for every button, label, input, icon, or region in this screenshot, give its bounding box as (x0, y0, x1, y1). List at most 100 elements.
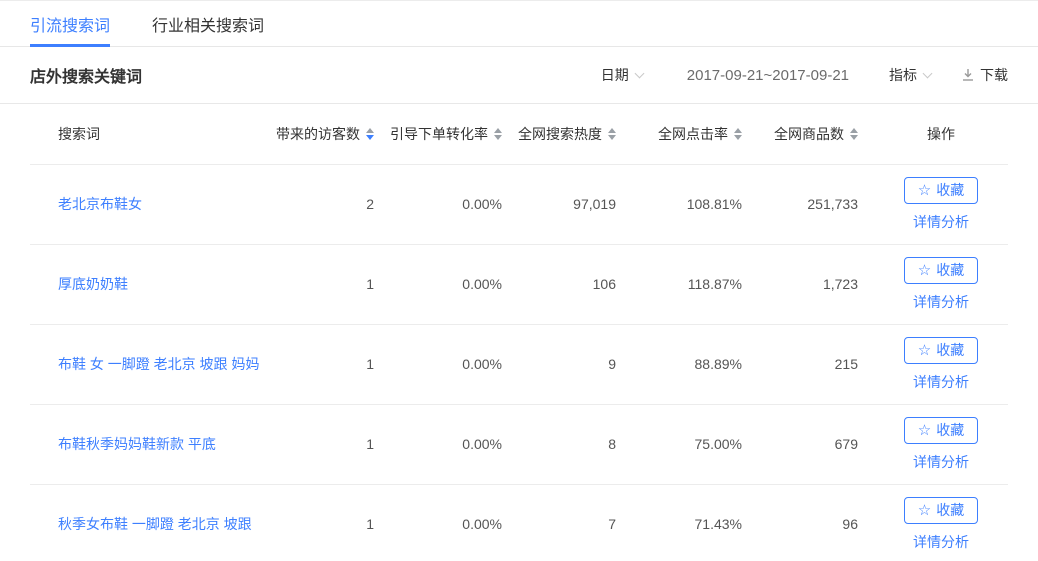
click_rate-value: 75.00% (632, 404, 758, 484)
column-label: 引导下单转化率 (390, 126, 488, 142)
keyword-link[interactable]: 秋季女布鞋 一脚蹬 老北京 坡跟 (58, 516, 252, 532)
page-title: 店外搜索关键词 (30, 63, 142, 87)
favorite-button[interactable]: ☆收藏 (904, 497, 978, 524)
detail-analysis-link[interactable]: 详情分析 (874, 372, 1008, 392)
keyword-cell: 布鞋秋季妈妈鞋新款 平底 (30, 404, 270, 484)
favorite-button[interactable]: ☆ 收藏 (904, 257, 978, 284)
star-icon: ☆ (918, 343, 931, 358)
click_rate-value: 88.89% (632, 324, 758, 404)
search_heat-value: 9 (518, 324, 632, 404)
chevron-down-icon (634, 69, 644, 79)
keyword-link[interactable]: 布鞋 女 一脚蹬 老北京 坡跟 妈妈 (58, 356, 259, 372)
column-label: 全网商品数 (774, 126, 844, 142)
favorite-button-label: 收藏 (936, 180, 964, 200)
detail-analysis-link[interactable]: 详情分析 (874, 212, 1008, 232)
table-body: 老北京布鞋女20.00%97,019108.81%251,733☆收藏详情分析厚… (30, 164, 1008, 561)
table-row: 厚底奶奶鞋 10.00%106118.87%1,723 ☆ 收藏详情分析 (30, 244, 1008, 324)
metrics-dropdown[interactable]: 指标 (889, 65, 931, 85)
detail-analysis-link[interactable]: 详情分析 (874, 452, 1008, 472)
table-row: 秋季女布鞋 一脚蹬 老北京 坡跟10.00%771.43%96☆收藏详情分析 (30, 484, 1008, 561)
table-row: 布鞋 女 一脚蹬 老北京 坡跟 妈妈 10.00%988.89%215 ☆ 收藏详情分… (30, 324, 1008, 404)
metrics-dropdown-label: 指标 (889, 65, 917, 85)
keyword-cell: 布鞋 女 一脚蹬 老北京 坡跟 妈妈 (30, 324, 270, 404)
column-header[interactable]: 引导下单转化率 (390, 104, 518, 164)
column-label: 带来的访客数 (276, 126, 360, 142)
column-header[interactable]: 全网商品数 (758, 104, 874, 164)
keyword-link[interactable]: 厚底奶奶鞋 (58, 276, 128, 292)
date-range-value: 2017-09-21~2017-09-21 (687, 67, 849, 84)
click_rate-value: 108.81% (632, 164, 758, 244)
sort-icon[interactable] (734, 128, 742, 140)
star-icon: ☆ (918, 423, 931, 438)
column-label: 全网点击率 (658, 126, 728, 142)
detail-analysis-link[interactable]: 详情分析 (874, 532, 1008, 552)
chevron-down-icon (923, 69, 933, 79)
column-header[interactable]: 全网点击率 (632, 104, 758, 164)
search_heat-value: 97,019 (518, 164, 632, 244)
visitors-value: 1 (270, 484, 390, 561)
conversion-value: 0.00% (390, 244, 518, 324)
actions-cell: ☆ 收藏详情分析 (874, 244, 1008, 324)
star-icon: ☆ (918, 263, 931, 278)
section-header: 店外搜索关键词 日期 2017-09-21~2017-09-21 指标 下载 (0, 47, 1038, 104)
table-header-row: 搜索词 带来的访客数 引导下单转化率 全网搜索热度 全网点击率 全网商品数 操作 (30, 104, 1008, 164)
visitors-value: 1 (270, 404, 390, 484)
visitors-value: 1 (270, 324, 390, 404)
tab-bar: 引流搜索词 行业相关搜索词 (0, 0, 1038, 47)
sort-icon[interactable] (494, 128, 502, 140)
search-keywords-table: 搜索词 带来的访客数 引导下单转化率 全网搜索热度 全网点击率 全网商品数 操作 老北京布鞋… (30, 104, 1008, 561)
column-header: 操作 (874, 104, 1008, 164)
products-value: 215 (758, 324, 874, 404)
table-row: 老北京布鞋女20.00%97,019108.81%251,733☆收藏详情分析 (30, 164, 1008, 244)
favorite-button-label: 收藏 (936, 500, 964, 520)
keyword-cell: 厚底奶奶鞋 (30, 244, 270, 324)
favorite-button[interactable]: ☆ 收藏 (904, 177, 978, 204)
search_heat-value: 106 (518, 244, 632, 324)
column-header[interactable]: 全网搜索热度 (518, 104, 632, 164)
favorite-button-label: 收藏 (936, 420, 964, 440)
tab-traffic-search-terms[interactable]: 引流搜索词 (30, 1, 110, 46)
visitors-value: 1 (270, 244, 390, 324)
favorite-button[interactable]: ☆ 收藏 (904, 337, 978, 364)
sort-icon[interactable] (850, 128, 858, 140)
favorite-button-label: 收藏 (936, 340, 964, 360)
actions-cell: ☆ 收藏详情分析 (874, 164, 1008, 244)
column-header: 搜索词 (30, 104, 270, 164)
date-dropdown[interactable]: 日期 (601, 65, 643, 85)
conversion-value: 0.00% (390, 484, 518, 561)
click_rate-value: 71.43% (632, 484, 758, 561)
tab-label: 引流搜索词 (30, 12, 110, 36)
visitors-value: 2 (270, 164, 390, 244)
favorite-button[interactable]: ☆ 收藏 (904, 417, 978, 444)
search_heat-value: 7 (518, 484, 632, 561)
products-value: 679 (758, 404, 874, 484)
search_heat-value: 8 (518, 404, 632, 484)
actions-cell: ☆收藏详情分析 (874, 484, 1008, 561)
download-icon (961, 68, 975, 82)
keyword-cell: 老北京布鞋女 (30, 164, 270, 244)
tab-industry-related-search-terms[interactable]: 行业相关搜索词 (152, 1, 264, 46)
star-icon: ☆ (918, 183, 931, 198)
column-label: 操作 (927, 126, 955, 142)
keyword-link[interactable]: 布鞋秋季妈妈鞋新款 平底 (58, 436, 216, 452)
toolbar-controls: 日期 2017-09-21~2017-09-21 指标 下载 (601, 65, 1008, 85)
column-header[interactable]: 带来的访客数 (270, 104, 390, 164)
sort-icon[interactable] (366, 128, 374, 140)
conversion-value: 0.00% (390, 324, 518, 404)
products-value: 1,723 (758, 244, 874, 324)
actions-cell: ☆ 收藏详情分析 (874, 404, 1008, 484)
column-label: 搜索词 (58, 126, 100, 142)
tab-label: 行业相关搜索词 (152, 12, 264, 36)
keyword-cell: 秋季女布鞋 一脚蹬 老北京 坡跟 (30, 484, 270, 561)
table-row: 布鞋秋季妈妈鞋新款 平底 10.00%875.00%679 ☆ 收藏详情分析 (30, 404, 1008, 484)
column-label: 全网搜索热度 (518, 126, 602, 142)
conversion-value: 0.00% (390, 404, 518, 484)
sort-icon[interactable] (608, 128, 616, 140)
click_rate-value: 118.87% (632, 244, 758, 324)
download-label: 下载 (980, 65, 1008, 85)
download-button[interactable]: 下载 (961, 65, 1008, 85)
favorite-button-label: 收藏 (936, 260, 964, 280)
keyword-link[interactable]: 老北京布鞋女 (58, 196, 142, 212)
detail-analysis-link[interactable]: 详情分析 (874, 292, 1008, 312)
products-value: 251,733 (758, 164, 874, 244)
